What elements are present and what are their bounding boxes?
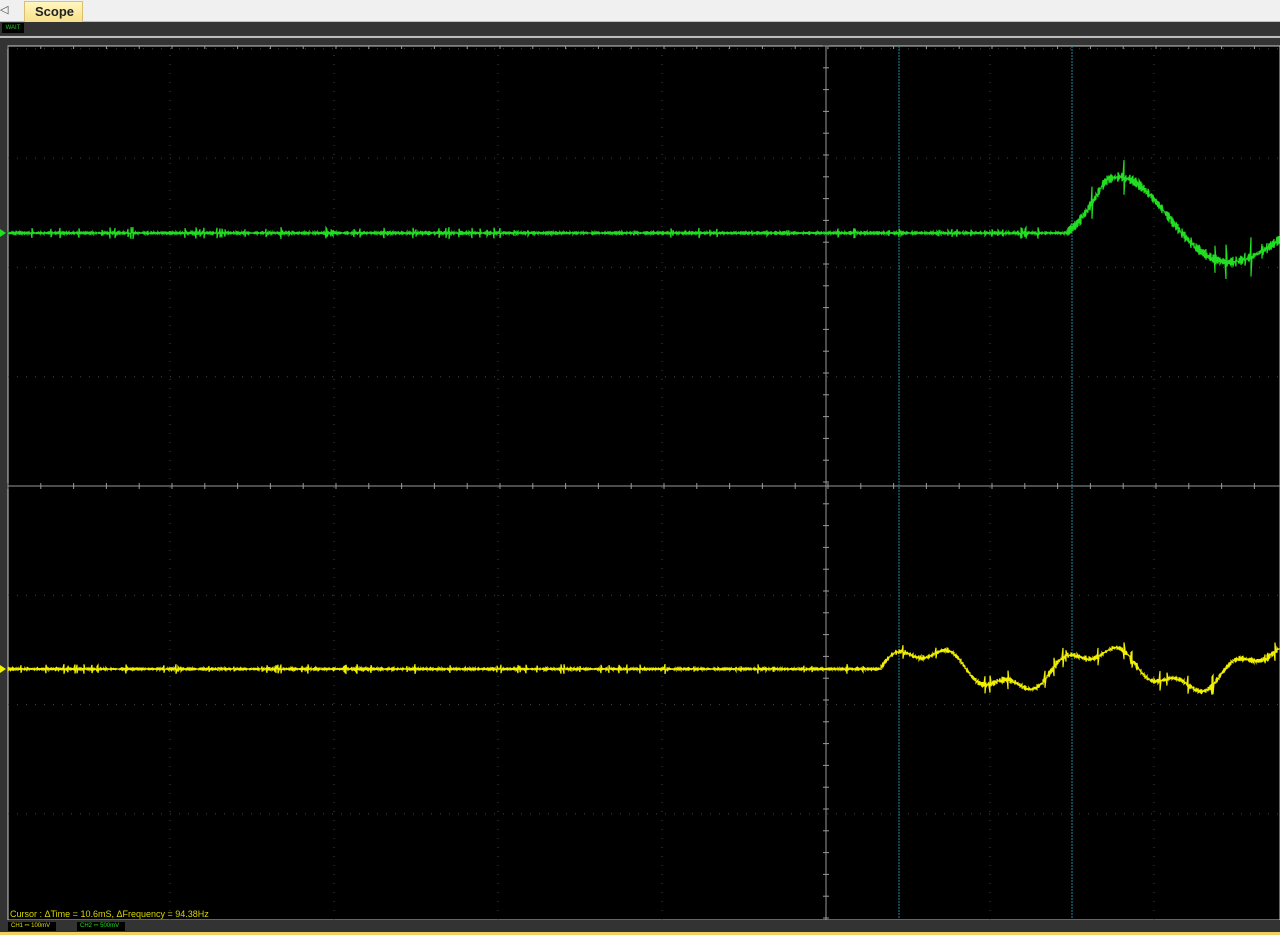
screen bbox=[7, 45, 1280, 921]
scope-frame bbox=[0, 36, 1280, 922]
trigger-status: WAIT bbox=[2, 23, 24, 33]
scope-display[interactable] bbox=[0, 38, 1280, 922]
ch2-scale[interactable]: CH2 ⎓ 500mV bbox=[77, 922, 125, 931]
ch1-marker bbox=[0, 665, 6, 673]
tab-scope[interactable]: Scope bbox=[24, 1, 84, 22]
ch1-scale[interactable]: CH1 ⎓ 100mV bbox=[8, 922, 56, 931]
scroll-left-icon[interactable]: ◁ bbox=[0, 3, 8, 16]
tab-bar: ◁ Scope bbox=[0, 0, 1280, 22]
status-bar: WAIT bbox=[0, 22, 1280, 35]
channel-bar: CH1 ⎓ 100mV CH2 ⎓ 500mV bbox=[0, 920, 1280, 935]
cursor-readout: Cursor : ΔTime = 10.6mS, ΔFrequency = 94… bbox=[10, 909, 209, 919]
ch2-marker bbox=[0, 229, 6, 237]
